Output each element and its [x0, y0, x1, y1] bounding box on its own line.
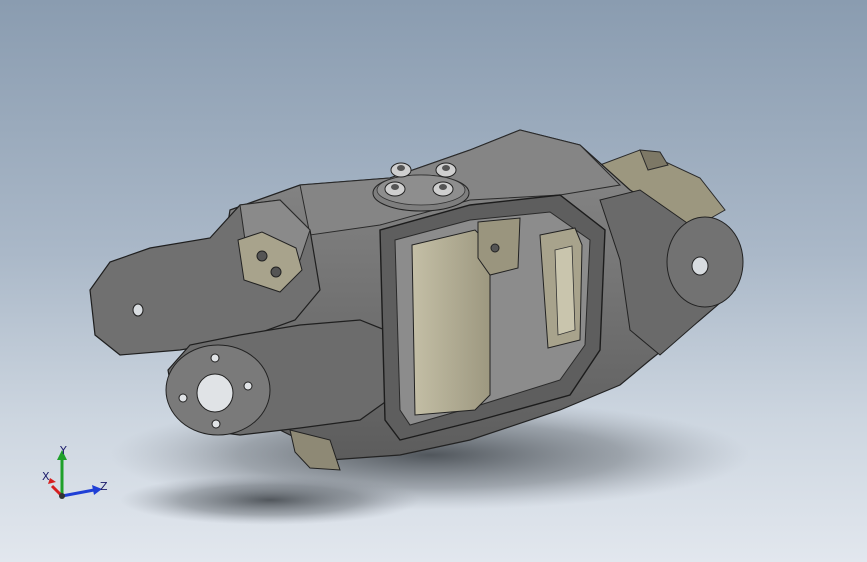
- screw-2[interactable]: [435, 162, 457, 178]
- triad-z-label: Z: [100, 480, 108, 493]
- 3d-viewport[interactable]: Y X Z: [0, 0, 867, 562]
- screw-4[interactable]: [432, 181, 454, 197]
- triad-axes-icon: [48, 450, 102, 499]
- floor-shadow-small: [120, 475, 420, 525]
- orientation-triad[interactable]: Y X Z: [40, 444, 120, 504]
- triad-x-label: X: [42, 470, 50, 483]
- cad-model[interactable]: [0, 0, 867, 562]
- screw-1[interactable]: [390, 162, 412, 178]
- triad-y-label: Y: [60, 444, 67, 457]
- right-pivot-boss[interactable]: [666, 216, 744, 308]
- screw-3[interactable]: [384, 181, 406, 197]
